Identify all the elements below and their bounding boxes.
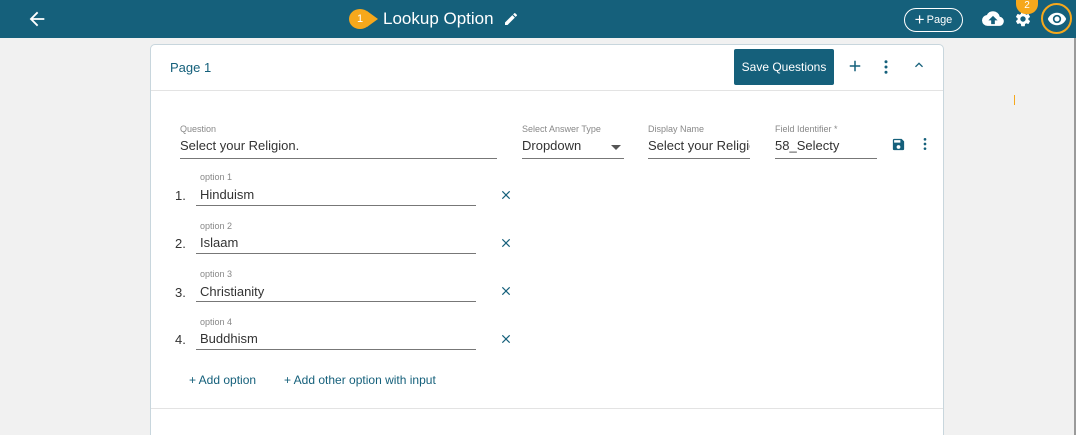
display-name-underline — [648, 158, 750, 159]
option-input[interactable]: Christianity — [200, 284, 470, 299]
add-page-label: Page — [926, 14, 953, 26]
question-label: Question — [180, 124, 217, 134]
card-header: Page 1 Save Questions — [151, 45, 943, 91]
more-options-icon[interactable] — [877, 58, 895, 76]
option-number: 4. — [175, 332, 186, 347]
step-2-badge: 2 — [1016, 0, 1038, 14]
back-arrow-icon[interactable] — [26, 8, 48, 30]
answer-type-underline — [522, 158, 624, 159]
add-page-button[interactable]: + Page — [904, 8, 963, 32]
section-divider — [151, 408, 943, 409]
question-underline — [180, 158, 497, 159]
option-label: option 3 — [200, 269, 233, 279]
option-underline — [196, 253, 476, 254]
question-more-icon[interactable] — [917, 136, 933, 152]
close-icon[interactable] — [499, 188, 513, 202]
option-label: option 1 — [200, 172, 233, 182]
option-number: 3. — [175, 285, 186, 300]
add-other-option-link[interactable]: + Add other option with input — [284, 373, 436, 387]
step-1-arrow — [367, 11, 378, 27]
add-question-icon[interactable] — [846, 57, 864, 75]
option-number: 2. — [175, 236, 186, 251]
option-input[interactable]: Islaam — [200, 235, 470, 250]
page-title: Lookup Option — [383, 9, 494, 28]
question-input[interactable]: Select your Religion. — [180, 138, 490, 153]
field-identifier-underline — [775, 158, 877, 159]
option-label: option 2 — [200, 221, 233, 231]
close-icon[interactable] — [499, 236, 513, 250]
title-group: 1 Lookup Option — [343, 5, 519, 33]
annotation-marker — [1014, 95, 1015, 105]
add-page-plus: + — [914, 9, 925, 29]
preview-button[interactable] — [1041, 3, 1072, 34]
step-1-marker: 1 — [343, 8, 381, 30]
option-label: option 4 — [200, 317, 233, 327]
add-option-link[interactable]: + Add option — [189, 373, 256, 387]
field-identifier-input[interactable]: 58_Selecty — [775, 138, 875, 153]
display-name-label: Display Name — [648, 124, 705, 134]
save-questions-button[interactable]: Save Questions — [734, 49, 834, 85]
answer-type-select[interactable]: Dropdown — [522, 138, 602, 153]
top-bar: 1 Lookup Option + Page 2 — [0, 0, 1076, 38]
option-underline — [196, 301, 476, 302]
page-label: Page 1 — [170, 60, 212, 75]
collapse-chevron-icon[interactable] — [911, 57, 927, 73]
field-identifier-label: Field Identifier * — [775, 124, 838, 134]
save-icon[interactable] — [891, 137, 906, 152]
dropdown-arrow-icon[interactable] — [611, 145, 621, 150]
edit-pencil-icon[interactable] — [503, 11, 519, 27]
option-underline — [196, 349, 476, 350]
display-name-input[interactable]: Select your Religio — [648, 138, 750, 153]
page-card: Page 1 Save Questions Question Select yo… — [150, 44, 944, 435]
option-underline — [196, 205, 476, 206]
close-icon[interactable] — [499, 332, 513, 346]
option-input[interactable]: Hinduism — [200, 187, 470, 202]
answer-type-label: Select Answer Type — [522, 124, 601, 134]
eye-icon — [1047, 12, 1066, 25]
close-icon[interactable] — [499, 284, 513, 298]
option-input[interactable]: Buddhism — [200, 331, 470, 346]
cloud-upload-icon[interactable] — [982, 11, 1004, 28]
option-number: 1. — [175, 188, 186, 203]
